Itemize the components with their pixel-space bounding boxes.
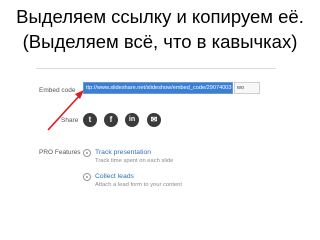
track-presentation-desc: Track time spent on each slide bbox=[95, 158, 174, 164]
track-presentation-link[interactable]: Track presentation bbox=[95, 149, 151, 156]
linkedin-icon[interactable]: in bbox=[125, 113, 139, 127]
embed-code-field[interactable]: ttp://www.slideshare.net/slideshow/embed… bbox=[83, 82, 233, 94]
collect-icon bbox=[83, 173, 91, 181]
facebook-icon[interactable]: f bbox=[104, 113, 118, 127]
collect-leads-link[interactable]: Collect leads bbox=[95, 173, 134, 180]
embed-code-label: Embed code bbox=[39, 87, 76, 94]
track-icon bbox=[83, 149, 91, 157]
pro-features-label: PRO Features bbox=[39, 149, 81, 156]
divider bbox=[36, 68, 276, 69]
twitter-icon[interactable]: t bbox=[83, 113, 97, 127]
collect-leads-desc: Attach a lead form to your content bbox=[95, 182, 183, 188]
embed-size-select[interactable]: wo bbox=[234, 82, 260, 94]
email-icon[interactable]: ✉ bbox=[147, 113, 161, 127]
slide-title-line-2: (Выделяем всё, что в кавычках) bbox=[22, 31, 298, 52]
share-label: Share bbox=[61, 117, 79, 124]
slide-title-line-1: Выделяем ссылку и копируем её. bbox=[16, 6, 304, 27]
red-arrow-shaft bbox=[47, 94, 81, 131]
slide-title: Выделяем ссылку и копируем её. (Выделяем… bbox=[0, 4, 320, 54]
